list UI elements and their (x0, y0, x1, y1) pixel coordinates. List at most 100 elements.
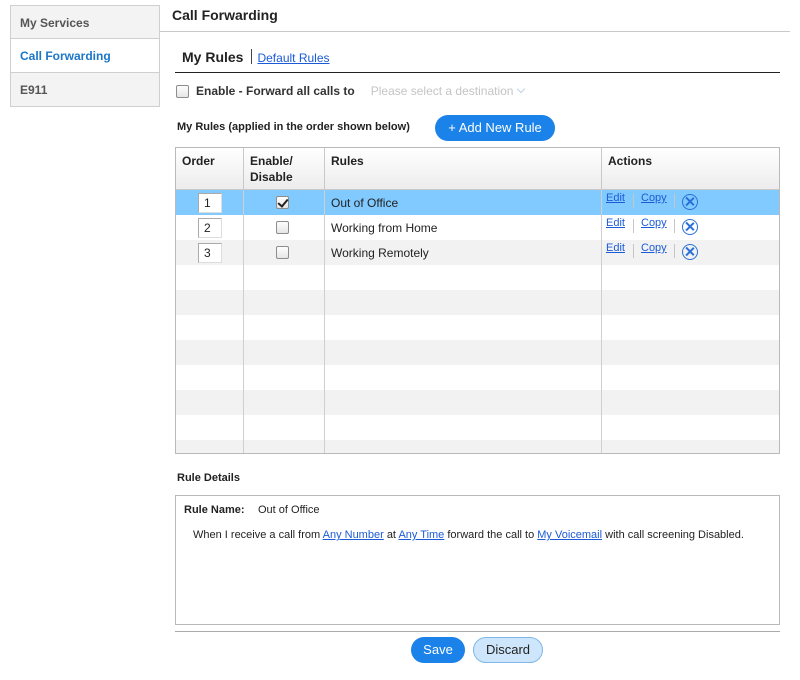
rule-name[interactable]: Working from Home (331, 221, 437, 235)
rule-cell: Working from Home (325, 215, 602, 240)
order-input[interactable]: 2 (198, 218, 222, 238)
rule-cell: Out of Office (325, 190, 602, 215)
table-row[interactable]: 2 Working from Home Edit Copy (176, 215, 779, 240)
caller-link[interactable]: Any Number (323, 529, 384, 541)
empty-cell (325, 415, 602, 440)
empty-cell (176, 365, 244, 390)
sidebar-item-my-services[interactable]: My Services (10, 5, 160, 39)
order-input[interactable]: 1 (198, 193, 222, 213)
empty-row (176, 340, 779, 365)
actions-cell: Edit Copy (602, 240, 779, 265)
edit-link[interactable]: Edit (606, 242, 625, 254)
empty-cell (325, 265, 602, 290)
action-separator (674, 219, 675, 233)
forward-all-checkbox[interactable] (176, 84, 189, 98)
action-separator (633, 244, 634, 258)
order-input[interactable]: 3 (198, 243, 222, 263)
empty-cell (325, 365, 602, 390)
empty-cell (244, 390, 325, 415)
empty-row (176, 315, 779, 340)
table-body: 1 Out of Office Edit Copy 2 Working from… (176, 190, 779, 453)
table-row[interactable]: 1 Out of Office Edit Copy (176, 190, 779, 215)
empty-cell (602, 415, 779, 440)
rules-caption: My Rules (applied in the order shown bel… (177, 121, 410, 133)
empty-row (176, 415, 779, 440)
empty-row (176, 265, 779, 290)
delete-icon[interactable] (682, 244, 698, 260)
empty-cell (244, 290, 325, 315)
destination-link[interactable]: My Voicemail (537, 529, 602, 541)
enable-cell (244, 190, 325, 215)
rule-text: with call screening Disabled. (605, 529, 744, 541)
rule-description: When I receive a call from Any Number at… (193, 529, 744, 541)
sidebar-item-call-forwarding[interactable]: Call Forwarding (10, 39, 160, 73)
empty-cell (602, 365, 779, 390)
copy-link[interactable]: Copy (641, 242, 667, 254)
copy-link[interactable]: Copy (641, 192, 667, 204)
enable-cell (244, 240, 325, 265)
action-separator (633, 219, 634, 233)
tab-my-rules[interactable]: My Rules (182, 49, 243, 65)
rule-enable-checkbox[interactable] (276, 246, 289, 259)
save-button[interactable]: Save (411, 637, 465, 663)
rule-cell: Working Remotely (325, 240, 602, 265)
rule-details-panel: Rule Name: Out of Office When I receive … (175, 495, 780, 625)
rule-text: When I receive a call from (193, 529, 321, 541)
rule-enable-checkbox[interactable] (276, 221, 289, 234)
empty-cell (602, 390, 779, 415)
rule-name[interactable]: Working Remotely (331, 246, 429, 260)
column-header-enable: Enable/ Disable (244, 148, 325, 189)
empty-row (176, 365, 779, 390)
empty-cell (176, 415, 244, 440)
empty-cell (244, 415, 325, 440)
empty-cell (244, 365, 325, 390)
rule-text: at (386, 529, 396, 541)
sidebar-item-e911[interactable]: E911 (10, 73, 160, 107)
order-cell: 3 (176, 240, 244, 265)
empty-row (176, 390, 779, 415)
empty-cell (325, 290, 602, 315)
rule-enable-checkbox[interactable] (276, 196, 289, 209)
delete-icon[interactable] (682, 194, 698, 210)
rule-name-value: Out of Office (258, 504, 320, 516)
copy-link[interactable]: Copy (641, 217, 667, 229)
action-separator (674, 244, 675, 258)
empty-cell (244, 315, 325, 340)
enable-cell (244, 215, 325, 240)
delete-icon[interactable] (682, 219, 698, 235)
sidebar: My Services Call Forwarding E911 (10, 5, 160, 107)
empty-cell (176, 290, 244, 315)
order-cell: 2 (176, 215, 244, 240)
forward-all-label: Enable - Forward all calls to (196, 84, 355, 98)
empty-cell (325, 440, 602, 453)
actions-cell: Edit Copy (602, 190, 779, 215)
empty-cell (244, 340, 325, 365)
tab-default-rules[interactable]: Default Rules (257, 51, 329, 65)
empty-cell (176, 315, 244, 340)
order-cell: 1 (176, 190, 244, 215)
rule-text: forward the call to (447, 529, 535, 541)
action-separator (633, 194, 634, 208)
add-new-rule-button[interactable]: + Add New Rule (435, 115, 555, 141)
edit-link[interactable]: Edit (606, 192, 625, 204)
discard-button[interactable]: Discard (473, 637, 543, 663)
empty-cell (602, 440, 779, 453)
bottom-divider (175, 631, 780, 632)
rules-tabs: My Rules Default Rules (182, 49, 330, 65)
action-separator (674, 194, 675, 208)
time-link[interactable]: Any Time (398, 529, 444, 541)
rule-name-label: Rule Name: (184, 504, 245, 516)
column-header-order: Order (176, 148, 244, 189)
tabs-divider (175, 72, 780, 73)
empty-cell (602, 340, 779, 365)
table-row[interactable]: 3 Working Remotely Edit Copy (176, 240, 779, 265)
tab-separator (251, 49, 253, 64)
destination-select[interactable]: Please select a destination (371, 84, 526, 98)
edit-link[interactable]: Edit (606, 217, 625, 229)
column-header-actions: Actions (608, 154, 653, 168)
empty-cell (244, 440, 325, 453)
empty-cell (602, 315, 779, 340)
empty-row (176, 290, 779, 315)
column-header-rules: Rules (325, 148, 602, 189)
rule-name[interactable]: Out of Office (331, 196, 398, 210)
